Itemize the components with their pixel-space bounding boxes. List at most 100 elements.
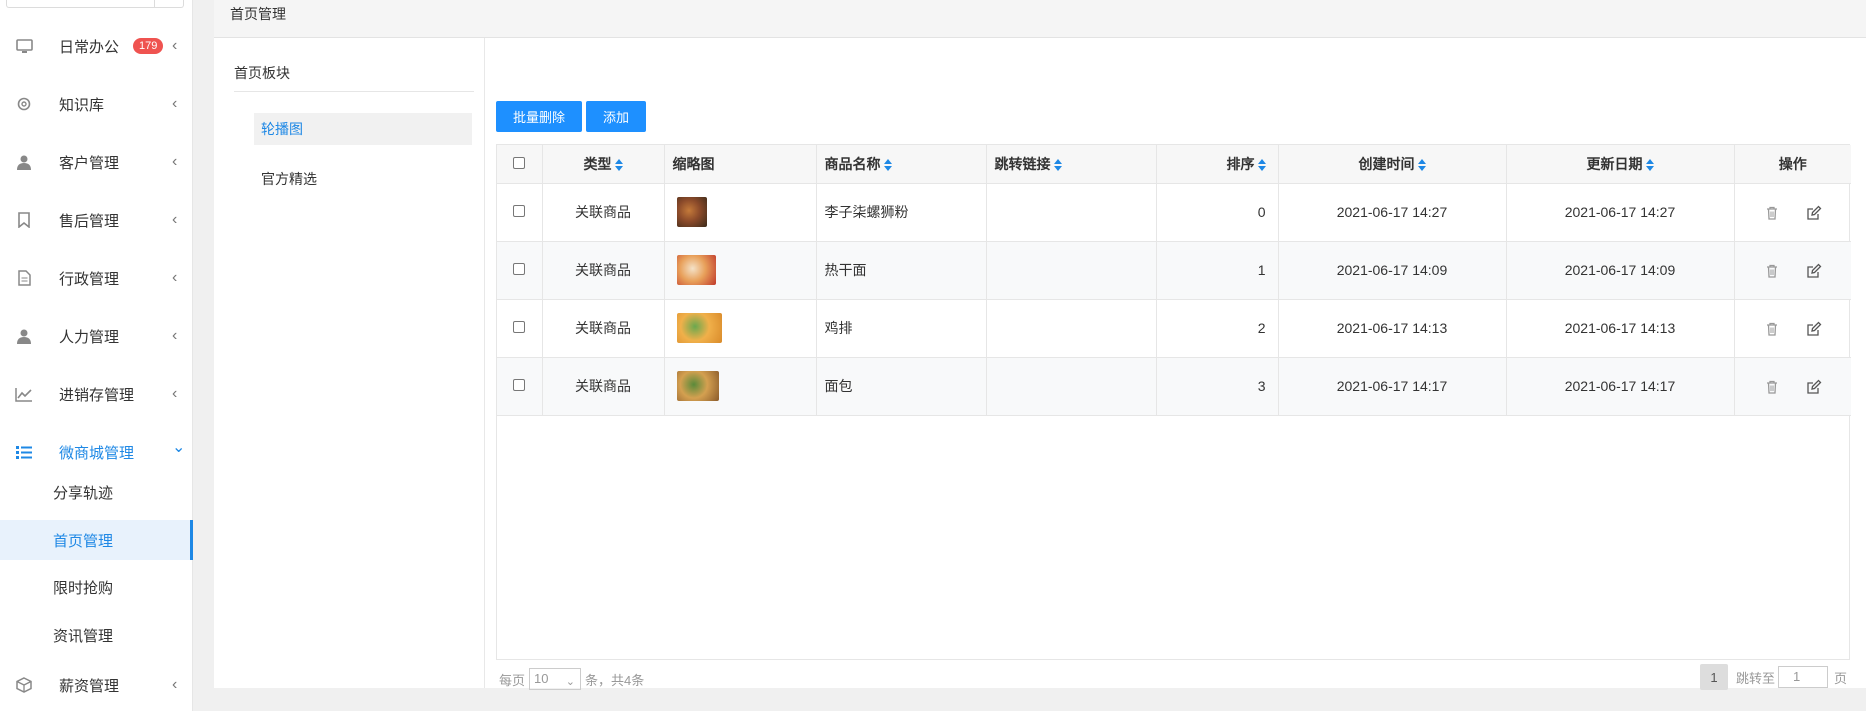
sort-icon[interactable] [1417,159,1426,172]
header-updated-date[interactable]: 更新日期 [1506,145,1735,184]
cell-thumbnail [664,241,817,300]
cell-thumbnail [664,299,817,358]
page-size-value: 10 [534,671,549,686]
document-icon [15,269,33,287]
sidebar: 日常办公 ‹ 179 知识库 ‹ 客户管理 ‹ 售后管理 ‹ 行政管理 ‹ 人力… [0,0,193,711]
table-row: 关联商品 鸡排 2 2021-06-17 14:13 2021-06-17 14… [497,299,1851,358]
sort-icon[interactable] [614,159,623,172]
header-label: 跳转链接 [994,155,1051,172]
menu-item-customer[interactable]: 客户管理 ‹ [0,142,193,182]
submenu-item-flash-sale[interactable]: 限时抢购 [0,567,193,607]
menu-item-hr[interactable]: 人力管理 ‹ [0,316,193,356]
header-jump-link[interactable]: 跳转链接 [986,145,1157,184]
menu-item-micro-mall[interactable]: 微商城管理 ⌄ [0,432,193,472]
menu-label: 日常办公 [59,38,120,56]
chevron-left-icon: ‹ [172,676,178,693]
batch-delete-button[interactable]: 批量删除 [496,101,582,132]
cell-updated-date: 2021-06-17 14:09 [1506,241,1735,300]
section-item-carousel[interactable]: 轮播图 [254,113,472,145]
select-all-checkbox[interactable] [513,156,526,169]
row-checkbox[interactable] [513,263,526,275]
cell-created-time: 2021-06-17 14:09 [1278,241,1507,300]
cell-actions [1734,357,1851,416]
edit-icon[interactable] [1806,379,1822,395]
menu-label: 知识库 [59,96,105,114]
sort-icon[interactable] [1257,159,1266,172]
thumbnail-image[interactable] [676,197,707,227]
sort-icon[interactable] [883,159,892,172]
submenu-item-share-track[interactable]: 分享轨迹 [0,472,193,512]
header-created-time[interactable]: 创建时间 [1278,145,1507,184]
trash-icon[interactable] [1764,263,1780,279]
menu-item-knowledge-base[interactable]: 知识库 ‹ [0,84,193,124]
cell-actions [1734,241,1851,300]
chevron-left-icon: ‹ [172,95,178,112]
header-type[interactable]: 类型 [542,145,665,184]
edit-icon[interactable] [1806,205,1822,221]
cell-actions [1734,299,1851,358]
row-checkbox-cell [497,299,543,358]
edit-icon[interactable] [1806,263,1822,279]
header-sort-order[interactable]: 排序 [1156,145,1279,184]
bookmark-icon [15,211,33,229]
page-button-current[interactable]: 1 [1700,664,1728,690]
header-label: 操作 [1778,155,1807,172]
jump-suffix: 页 [1834,670,1848,686]
header-label: 缩略图 [672,155,715,172]
header-actions: 操作 [1734,145,1851,184]
row-checkbox[interactable] [513,379,526,391]
row-checkbox-cell [497,183,543,242]
main-panel: 首页板块 轮播图 官方精选 批量删除 添加 类型 缩略图 商品名称 跳转链接 排… [214,38,1866,690]
edit-icon[interactable] [1806,321,1822,337]
page-size-control: 每页 10 ⌄ 条，共4条 [499,668,644,690]
sidebar-search-box[interactable] [6,0,184,8]
sort-icon[interactable] [1053,159,1062,172]
page-size-select[interactable]: 10 ⌄ [529,668,582,690]
user-icon [15,153,33,171]
chevron-left-icon: ‹ [172,153,178,170]
menu-item-administration[interactable]: 行政管理 ‹ [0,258,193,298]
per-page-prefix: 每页 [499,672,526,688]
cell-updated-date: 2021-06-17 14:27 [1506,183,1735,242]
menu-label: 薪资管理 [59,677,120,695]
header-product-name[interactable]: 商品名称 [816,145,987,184]
menu-label: 客户管理 [59,154,120,172]
row-checkbox[interactable] [513,321,526,333]
table-header-row: 类型 缩略图 商品名称 跳转链接 排序 创建时间 更新日期 操作 [497,145,1851,184]
chevron-down-icon: ⌄ [565,676,576,688]
thumbnail-image[interactable] [676,313,722,343]
jump-page-input[interactable]: 1 [1778,666,1829,688]
menu-item-salary[interactable]: 薪资管理 ‹ [0,665,193,705]
trash-icon[interactable] [1764,379,1780,395]
submenu-item-home-management[interactable]: 首页管理 [0,520,193,560]
menu-label: 售后管理 [59,212,120,230]
header-thumbnail: 缩略图 [664,145,817,184]
cell-sort-order: 1 [1156,241,1279,300]
cell-type: 关联商品 [542,299,665,358]
chevron-left-icon: ‹ [172,37,178,54]
section-nav: 首页板块 轮播图 官方精选 [214,38,485,688]
header-label: 排序 [1226,155,1255,172]
pagination: 1 跳转至 1 页 [1700,664,1847,690]
trash-icon[interactable] [1764,205,1780,221]
list-icon [15,443,33,461]
section-item-official-picks[interactable]: 官方精选 [254,163,472,195]
sort-icon[interactable] [1645,159,1654,172]
cell-product-name: 面包 [816,357,987,416]
trash-icon[interactable] [1764,321,1780,337]
cell-product-name: 鸡排 [816,299,987,358]
cell-updated-date: 2021-06-17 14:13 [1506,299,1735,358]
cell-jump-link [986,241,1157,300]
monitor-icon [15,37,33,55]
submenu-item-news[interactable]: 资讯管理 [0,615,193,655]
notification-badge: 179 [133,38,164,54]
menu-item-after-sales[interactable]: 售后管理 ‹ [0,200,193,240]
thumbnail-image[interactable] [676,255,716,285]
menu-item-inventory[interactable]: 进销存管理 ‹ [0,374,193,414]
add-button[interactable]: 添加 [586,101,646,132]
chevron-left-icon: ‹ [172,211,178,228]
thumbnail-image[interactable] [676,371,719,401]
menu-item-daily-office[interactable]: 日常办公 ‹ [0,26,193,66]
row-checkbox[interactable] [513,205,526,217]
chevron-down-icon: ⌄ [172,439,186,456]
